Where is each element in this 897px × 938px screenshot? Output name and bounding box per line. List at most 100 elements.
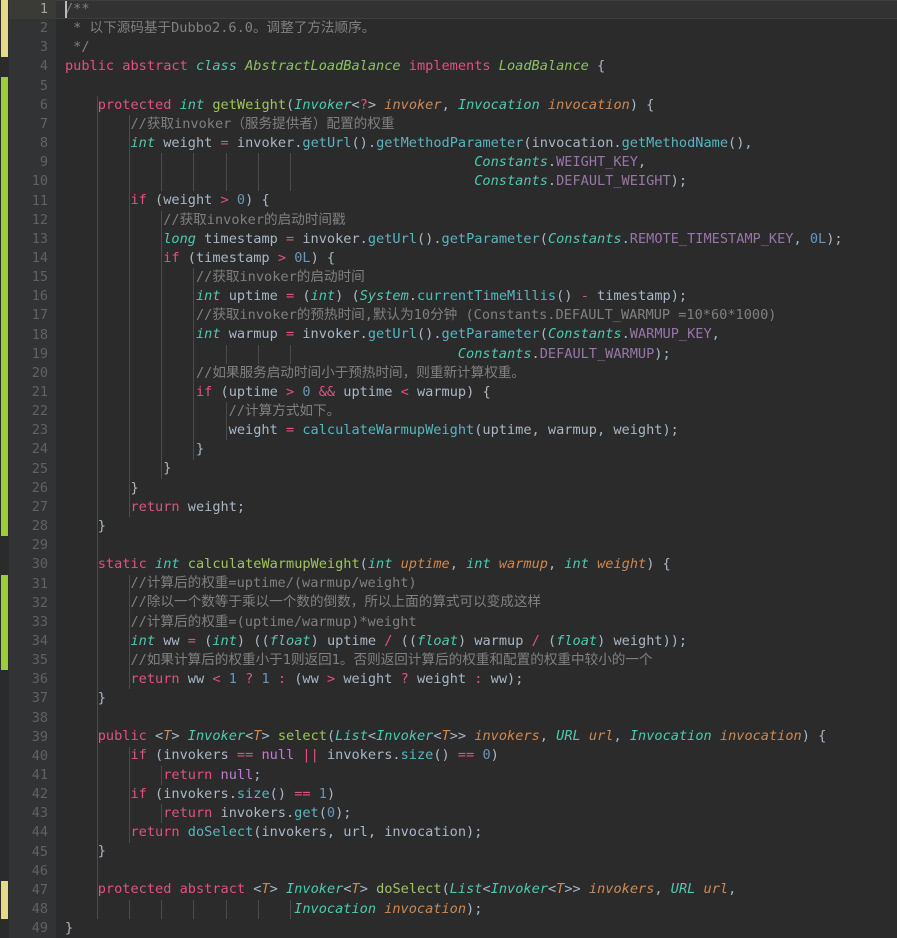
added-block-lines-5-28[interactable]: [1, 76, 8, 537]
line-number-12[interactable]: 12: [9, 211, 48, 230]
line-number-25[interactable]: 25: [9, 460, 48, 479]
code-line-10[interactable]: Constants.DEFAULT_WEIGHT);: [56, 172, 897, 191]
line-number-18[interactable]: 18: [9, 326, 48, 345]
line-number-10[interactable]: 10: [9, 172, 48, 191]
line-number-45[interactable]: 45: [9, 843, 48, 862]
line-number-23[interactable]: 23: [9, 421, 48, 440]
code-line-47[interactable]: protected abstract <T> Invoker<T> doSele…: [56, 880, 897, 899]
line-number-26[interactable]: 26: [9, 479, 48, 498]
line-number-14[interactable]: 14: [9, 249, 48, 268]
line-number-39[interactable]: 39: [9, 728, 48, 747]
code-line-31[interactable]: //计算后的权重=uptime/(warmup/weight): [56, 574, 897, 593]
code-line-15[interactable]: //获取invoker的启动时间: [56, 268, 897, 287]
code-line-42[interactable]: if (invokers.size() == 1): [56, 785, 897, 804]
code-line-43[interactable]: return invokers.get(0);: [56, 804, 897, 823]
line-number-5[interactable]: 5: [9, 77, 48, 96]
line-number-36[interactable]: 36: [9, 670, 48, 689]
line-number-3[interactable]: 3: [9, 38, 48, 57]
code-line-25[interactable]: }: [56, 459, 897, 478]
code-line-37[interactable]: }: [56, 689, 897, 708]
vcs-change-marker-stripe[interactable]: [0, 0, 9, 938]
line-number-13[interactable]: 13: [9, 230, 48, 249]
code-line-20[interactable]: //如果服务启动时间小于预热时间，则重新计算权重。: [56, 364, 897, 383]
line-number-gutter[interactable]: 1 2 3 4 5 6 7 8 9 10 11 12 13 14 15 16 17 18 19 20 21 22 23 24 2…: [9, 0, 56, 938]
code-line-33[interactable]: //计算后的权重=(uptime/warmup)*weight: [56, 613, 897, 632]
line-number-48[interactable]: 48: [9, 900, 48, 919]
line-number-4[interactable]: 4: [9, 57, 48, 76]
line-number-40[interactable]: 40: [9, 747, 48, 766]
modified-block-lines-47-48[interactable]: [1, 880, 8, 920]
line-number-47[interactable]: 47: [9, 881, 48, 900]
code-line-7[interactable]: //获取invoker（服务提供者）配置的权重: [56, 115, 897, 134]
code-line-32[interactable]: //除以一个数等于乘以一个数的倒数，所以上面的算式可以变成这样: [56, 593, 897, 612]
line-number-9[interactable]: 9: [9, 153, 48, 172]
code-line-12[interactable]: //获取invoker的启动时间戳: [56, 211, 897, 230]
code-line-48[interactable]: Invocation invocation);: [56, 900, 897, 919]
code-line-36[interactable]: return ww < 1 ? 1 : (ww > weight ? weigh…: [56, 670, 897, 689]
code-line-11[interactable]: if (weight > 0) {: [56, 191, 897, 210]
line-number-46[interactable]: 46: [9, 862, 48, 881]
code-line-39[interactable]: public <T> Invoker<T> select(List<Invoke…: [56, 727, 897, 746]
code-line-34[interactable]: int ww = (int) ((float) uptime / ((float…: [56, 632, 897, 651]
line-number-11[interactable]: 11: [9, 192, 48, 211]
code-line-22[interactable]: //计算方式如下。: [56, 402, 897, 421]
code-line-19[interactable]: Constants.DEFAULT_WARMUP);: [56, 345, 897, 364]
line-number-34[interactable]: 34: [9, 632, 48, 651]
line-number-21[interactable]: 21: [9, 383, 48, 402]
line-number-7[interactable]: 7: [9, 115, 48, 134]
line-number-6[interactable]: 6: [9, 96, 48, 115]
line-number-42[interactable]: 42: [9, 785, 48, 804]
line-number-20[interactable]: 20: [9, 364, 48, 383]
code-text-area[interactable]: /** * 以下源码基于Dubbo2.6.0。调整了方法顺序。 */public…: [56, 0, 897, 938]
code-line-44[interactable]: return doSelect(invokers, url, invocatio…: [56, 823, 897, 842]
code-line-14[interactable]: if (timestamp > 0L) {: [56, 249, 897, 268]
code-line-24[interactable]: }: [56, 440, 897, 459]
code-line-13[interactable]: long timestamp = invoker.getUrl().getPar…: [56, 230, 897, 249]
line-number-44[interactable]: 44: [9, 823, 48, 842]
line-number-37[interactable]: 37: [9, 689, 48, 708]
code-line-41[interactable]: return null;: [56, 766, 897, 785]
line-number-22[interactable]: 22: [9, 402, 48, 421]
line-number-38[interactable]: 38: [9, 709, 48, 728]
line-number-1[interactable]: 1: [9, 0, 48, 19]
line-number-33[interactable]: 33: [9, 613, 48, 632]
line-number-31[interactable]: 31: [9, 575, 48, 594]
line-number-49[interactable]: 49: [9, 919, 48, 938]
line-number-27[interactable]: 27: [9, 498, 48, 517]
line-number-24[interactable]: 24: [9, 440, 48, 459]
line-number-29[interactable]: 29: [9, 536, 48, 555]
line-number-35[interactable]: 35: [9, 651, 48, 670]
code-line-26[interactable]: }: [56, 479, 897, 498]
code-line-6[interactable]: protected int getWeight(Invoker<?> invok…: [56, 96, 897, 115]
line-number-32[interactable]: 32: [9, 594, 48, 613]
line-number-30[interactable]: 30: [9, 555, 48, 574]
code-line-45[interactable]: }: [56, 842, 897, 861]
code-line-8[interactable]: int weight = invoker.getUrl().getMethodP…: [56, 134, 897, 153]
line-number-16[interactable]: 16: [9, 287, 48, 306]
code-line-17[interactable]: //获取invoker的预热时间,默认为10分钟 (Constants.DEFA…: [56, 306, 897, 325]
code-line-23[interactable]: weight = calculateWarmupWeight(uptime, w…: [56, 421, 897, 440]
code-line-5[interactable]: [56, 77, 897, 96]
code-line-35[interactable]: //如果计算后的权重小于1则返回1。否则返回计算后的权重和配置的权重中较小的一个: [56, 651, 897, 670]
modified-block-lines-1-3[interactable]: [1, 0, 8, 58]
code-line-28[interactable]: }: [56, 517, 897, 536]
line-number-41[interactable]: 41: [9, 766, 48, 785]
code-line-27[interactable]: return weight;: [56, 498, 897, 517]
code-editor[interactable]: 1 2 3 4 5 6 7 8 9 10 11 12 13 14 15 16 17 18 19 20 21 22 23 24 2…: [0, 0, 897, 938]
line-number-28[interactable]: 28: [9, 517, 48, 536]
code-line-49[interactable]: }: [56, 919, 897, 938]
code-line-4[interactable]: public abstract class AbstractLoadBalanc…: [56, 57, 897, 76]
code-line-3[interactable]: */: [56, 38, 897, 57]
code-line-30[interactable]: static int calculateWarmupWeight(int upt…: [56, 555, 897, 574]
line-number-2[interactable]: 2: [9, 19, 48, 38]
added-block-lines-31-34[interactable]: [1, 574, 8, 652]
code-line-18[interactable]: int warmup = invoker.getUrl().getParamet…: [56, 325, 897, 344]
line-number-15[interactable]: 15: [9, 268, 48, 287]
line-number-17[interactable]: 17: [9, 306, 48, 325]
code-line-40[interactable]: if (invokers == null || invokers.size() …: [56, 746, 897, 765]
code-line-1[interactable]: /**: [56, 0, 897, 19]
code-line-2[interactable]: * 以下源码基于Dubbo2.6.0。调整了方法顺序。: [56, 19, 897, 38]
line-number-8[interactable]: 8: [9, 134, 48, 153]
code-line-21[interactable]: if (uptime > 0 && uptime < warmup) {: [56, 383, 897, 402]
code-line-38[interactable]: [56, 708, 897, 727]
